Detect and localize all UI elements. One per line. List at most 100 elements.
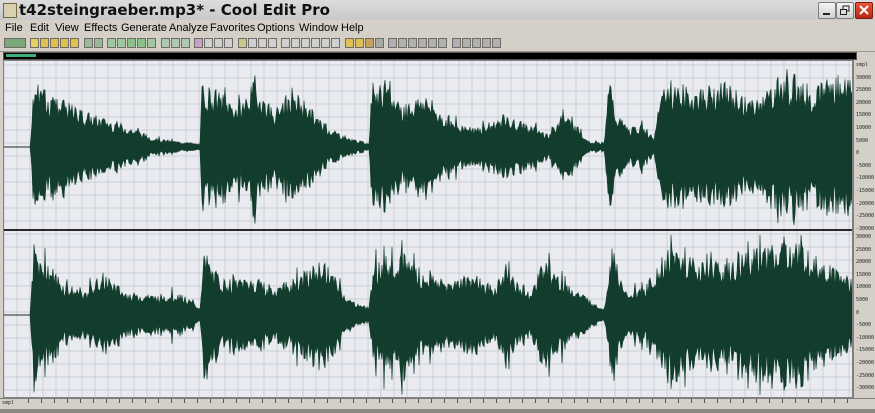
amplify-icon[interactable] [345,38,354,48]
waveform-canvas[interactable] [4,61,852,397]
cd-icon[interactable] [472,38,481,48]
zoom-in-icon[interactable] [161,38,170,48]
zoom-full-icon[interactable] [181,38,190,48]
marker-icon[interactable] [238,38,247,48]
cue-list-icon[interactable] [248,38,257,48]
zoom-out-icon[interactable] [171,38,180,48]
menu-effects[interactable]: Effects [84,21,117,35]
time-tick [691,399,692,403]
channel-icon[interactable] [224,38,233,48]
menu-edit[interactable]: Edit [30,21,49,35]
amplitude-tick-label: 15000 [856,271,872,278]
overview-scroll-thumb[interactable] [6,54,36,57]
amplitude-tick-label: -20000 [856,200,875,207]
close-file-icon[interactable] [70,38,79,48]
time-tick [587,399,588,403]
time-tick [392,399,393,403]
time-tick [249,399,250,403]
time-tick [340,399,341,403]
overview-bar[interactable] [3,52,857,60]
minimize-button[interactable] [818,2,836,19]
cut-icon[interactable] [107,38,116,48]
amplitude-tick-label: -30000 [856,225,875,232]
mode-toggle-icon[interactable] [4,38,26,48]
time-tick [366,399,367,403]
time-tick [808,399,809,403]
eq-icon[interactable] [398,38,407,48]
menu-favorites[interactable]: Favorites [210,21,255,35]
time-tick [730,399,731,403]
title-bar[interactable]: t42steingraeber.mp3* - Cool Edit Pro [0,0,875,21]
status-strip [0,409,875,413]
grid-icon[interactable] [281,38,290,48]
toolbar [0,36,875,52]
time-tick [67,399,68,403]
paste-icon[interactable] [127,38,136,48]
play-list-icon[interactable] [258,38,267,48]
menu-file[interactable]: File [5,21,23,35]
time-tick [93,399,94,403]
waveform-right-channel [4,234,852,396]
pitch-icon[interactable] [428,38,437,48]
amplitude-tick-label: 15000 [856,112,872,119]
time-tick [288,399,289,403]
ruler-icon[interactable] [291,38,300,48]
amplitude-tick-label: -20000 [856,360,875,366]
redo-icon[interactable] [94,38,103,48]
reverb-icon[interactable] [375,38,384,48]
menu-analyze[interactable]: Analyze [169,21,208,35]
amplitude-tick-label: -10000 [856,175,875,182]
waveform-view-icon[interactable] [204,38,213,48]
open-file-icon[interactable] [40,38,49,48]
menu-options[interactable]: Options [257,21,295,35]
close-button[interactable] [855,2,873,19]
properties-icon[interactable] [301,38,310,48]
script-icon[interactable] [492,38,501,48]
restore-button[interactable] [836,2,854,19]
normalize-icon[interactable] [355,38,364,48]
save-all-icon[interactable] [60,38,69,48]
trim-icon[interactable] [147,38,156,48]
amplitude-tick-label: -25000 [856,213,875,220]
bpm-icon[interactable] [452,38,461,48]
time-tick [301,399,302,403]
time-tick [418,399,419,403]
batch-icon[interactable] [482,38,491,48]
time-tick [444,399,445,403]
amplitude-tick-label: -25000 [856,372,875,379]
filter-icon[interactable] [408,38,417,48]
stretch-icon[interactable] [438,38,447,48]
compressor-icon[interactable] [418,38,427,48]
amplitude-tick-label: -15000 [856,188,875,194]
noise-reduction-icon[interactable] [388,38,397,48]
time-tick [847,399,848,403]
display-icon[interactable] [331,38,340,48]
menu-generate[interactable]: Generate [121,21,167,35]
time-tick [665,399,666,403]
vertical-scale-icon[interactable] [321,38,330,48]
echo-icon[interactable] [365,38,374,48]
time-tick [509,399,510,403]
scientific-filter-icon[interactable] [268,38,277,48]
mix-paste-icon[interactable] [137,38,146,48]
close-icon [859,5,869,15]
save-icon[interactable] [50,38,59,48]
snap-icon[interactable] [311,38,320,48]
waveform-display[interactable] [3,60,853,398]
undo-icon[interactable] [84,38,93,48]
time-tick [613,399,614,403]
amplitude-tick-label: 20000 [856,99,872,106]
amplitude-ruler[interactable]: smpl 30000 25000 20000 15000 10000 5000 0 -5000 -… [853,60,875,398]
copy-icon[interactable] [117,38,126,48]
menu-view[interactable]: View [55,21,79,35]
new-file-icon[interactable] [30,38,39,48]
menu-help[interactable]: Help [341,21,364,35]
multitrack-icon[interactable] [462,38,471,48]
time-tick [639,399,640,403]
frequency-icon[interactable] [214,38,223,48]
waveform-left-channel [4,68,852,226]
app-icon[interactable] [3,3,17,18]
time-tick [561,399,562,403]
spectral-view-icon[interactable] [194,38,203,48]
menu-window[interactable]: Window [299,21,338,35]
